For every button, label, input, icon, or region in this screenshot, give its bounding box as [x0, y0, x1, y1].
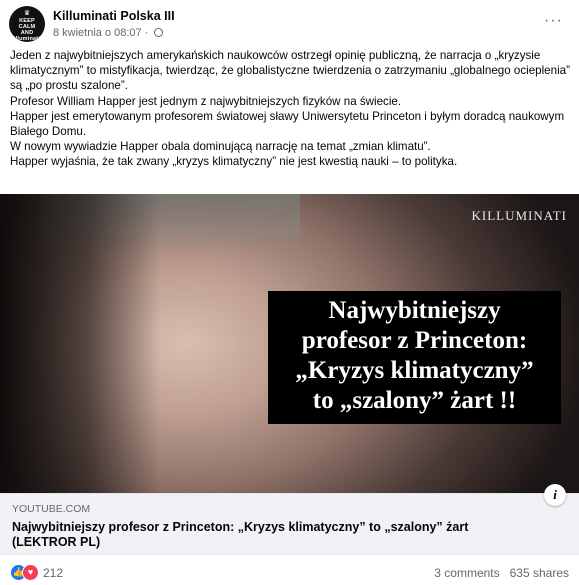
- post-timestamp[interactable]: 8 kwietnia o 08:07: [53, 27, 142, 39]
- post-text: Jeden z najwybitniejszych amerykańskich …: [10, 48, 570, 170]
- crown-icon: ♛: [23, 10, 31, 17]
- video-thumbnail[interactable]: KILLUMINATI Najwybitniejszy profesor z P…: [0, 194, 579, 493]
- love-icon: ♥: [22, 564, 39, 582]
- reaction-count: 212: [43, 565, 64, 580]
- post-paragraph: Profesor William Happer jest jednym z na…: [10, 94, 402, 108]
- headline-line: to „szalony” żart !!: [312, 387, 517, 414]
- globe-icon: [154, 28, 164, 37]
- post-paragraph: W nowym wywiadzie Happer obala dominując…: [10, 140, 431, 154]
- link-title[interactable]: Najwybitniejszy profesor z Princeton: „K…: [12, 520, 532, 550]
- avatar-text-line4: illuminati: [13, 36, 41, 42]
- page-name[interactable]: Killuminati Polska III: [53, 9, 175, 23]
- thumbnail-photo-shadow: [0, 194, 160, 493]
- post-stats: 3 comments 635 shares: [434, 566, 569, 580]
- comments-count[interactable]: 3 comments: [434, 566, 499, 580]
- thumbnail-headline: Najwybitniejszy profesor z Princeton: „K…: [268, 291, 561, 424]
- reactions-summary[interactable]: 👍 ♥ 212: [10, 564, 64, 582]
- post-paragraph: Happer wyjaśnia, że tak zwany „kryzys kl…: [10, 155, 458, 169]
- channel-watermark: KILLUMINATI: [471, 208, 567, 223]
- post-paragraph: Happer jest emerytowanym profesorem świa…: [10, 109, 565, 139]
- post-header: ♛ KEEP CALM AND illuminati Killuminati P…: [9, 6, 579, 46]
- more-options-icon[interactable]: ···: [544, 12, 563, 30]
- headline-line: „Kryzys klimatyczny”: [295, 357, 534, 384]
- avatar[interactable]: ♛ KEEP CALM AND illuminati: [9, 6, 45, 42]
- post-paragraph: Jeden z najwybitniejszych amerykańskich …: [10, 49, 570, 93]
- facebook-post: ♛ KEEP CALM AND illuminati Killuminati P…: [0, 0, 579, 585]
- link-preview-card[interactable]: YOUTUBE.COM Najwybitniejszy profesor z P…: [0, 493, 579, 555]
- post-footer: 👍 ♥ 212 3 comments 635 shares: [0, 555, 579, 585]
- shares-count[interactable]: 635 shares: [510, 566, 569, 580]
- meta-separator: ·: [144, 27, 149, 39]
- info-icon[interactable]: i: [544, 484, 566, 506]
- headline-line: profesor z Princeton:: [301, 327, 528, 354]
- link-domain: YOUTUBE.COM: [12, 503, 91, 515]
- post-meta: 8 kwietnia o 08:07 ·: [53, 27, 164, 39]
- headline-line: Najwybitniejszy: [328, 297, 501, 324]
